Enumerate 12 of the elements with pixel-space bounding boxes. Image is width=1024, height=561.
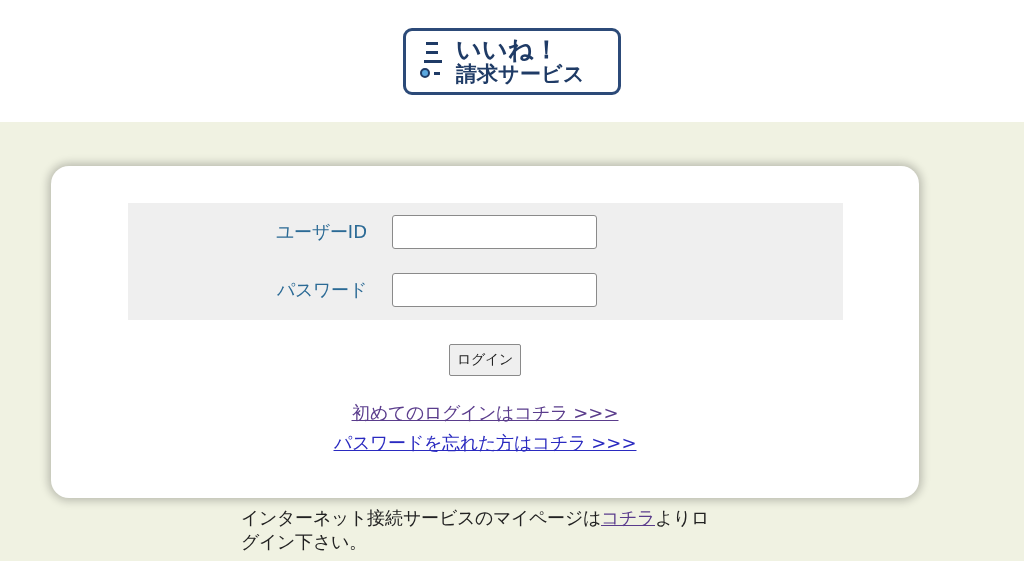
input-field[interactable] xyxy=(392,273,597,307)
help-link[interactable]: パスワードを忘れた方はコチラ >>> xyxy=(333,431,637,455)
logo-text: いいね！ xyxy=(456,36,560,64)
field-label: ユーザーID xyxy=(275,220,367,244)
login-button[interactable]: ログイン xyxy=(449,344,521,376)
logo-subtitle: 請求サービス xyxy=(456,63,585,86)
input-field[interactable] xyxy=(392,215,597,249)
help-link[interactable]: 初めてのログインはコチラ >>> xyxy=(351,401,619,425)
list-icon xyxy=(420,41,444,81)
notice-text: インターネット接続サービスのマイページは コチラ よりログイン下さい。 xyxy=(241,506,710,554)
mypage-link[interactable]: コチラ xyxy=(601,507,655,528)
field-label: パスワード xyxy=(277,278,367,302)
